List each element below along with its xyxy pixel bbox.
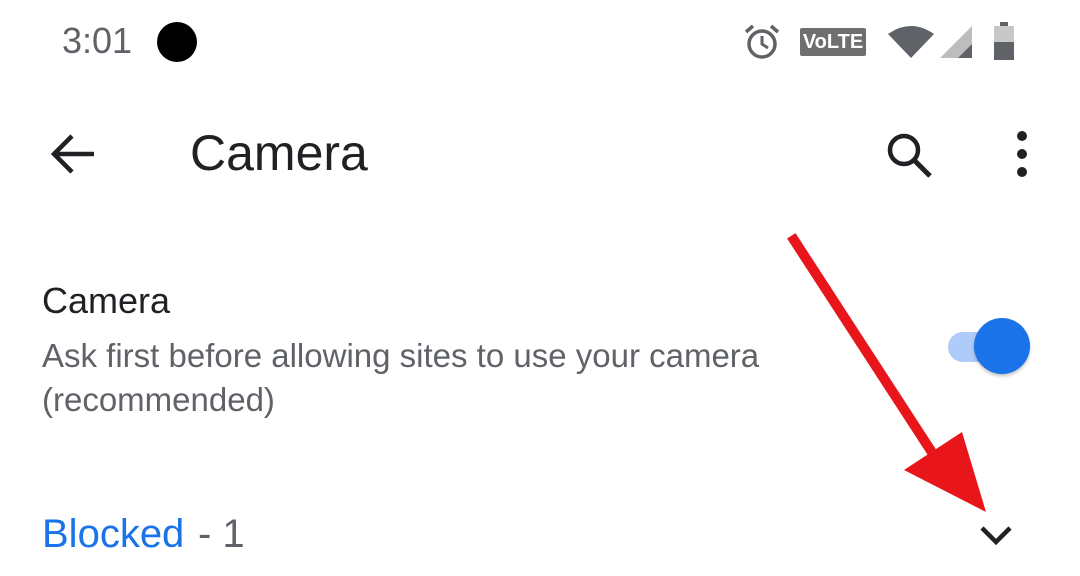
blocked-count: - 1 <box>198 512 245 556</box>
status-bar: 3:01 VoLTE <box>0 0 1080 84</box>
wifi-icon <box>888 26 934 58</box>
blocked-label: Blocked <box>42 512 185 556</box>
search-button[interactable] <box>880 126 940 182</box>
back-arrow-icon <box>50 134 94 174</box>
status-time: 3:01 <box>62 20 133 61</box>
status-icons: VoLTE <box>720 0 1080 84</box>
more-vert-icon <box>1017 131 1027 177</box>
chevron-down-icon[interactable] <box>974 516 1018 556</box>
blocked-section-header[interactable]: Blocked - 1 <box>0 500 1080 576</box>
toggle-thumb <box>974 318 1030 374</box>
camera-setting-row[interactable]: Camera Ask first before allowing sites t… <box>0 268 1080 428</box>
more-options-button[interactable] <box>1000 126 1044 182</box>
battery-icon <box>994 22 1014 60</box>
notification-dot-icon <box>157 22 197 62</box>
cell-signal-icon <box>940 26 972 58</box>
search-icon <box>887 133 932 178</box>
app-bar: Camera <box>0 96 1080 212</box>
alarm-icon <box>744 24 780 59</box>
volte-icon: VoLTE <box>800 28 866 56</box>
camera-toggle[interactable] <box>944 318 1034 374</box>
back-button[interactable] <box>44 126 104 182</box>
setting-title: Camera <box>42 280 171 321</box>
setting-summary: Ask first before allowing sites to use y… <box>42 337 760 418</box>
page-title: Camera <box>190 125 368 181</box>
